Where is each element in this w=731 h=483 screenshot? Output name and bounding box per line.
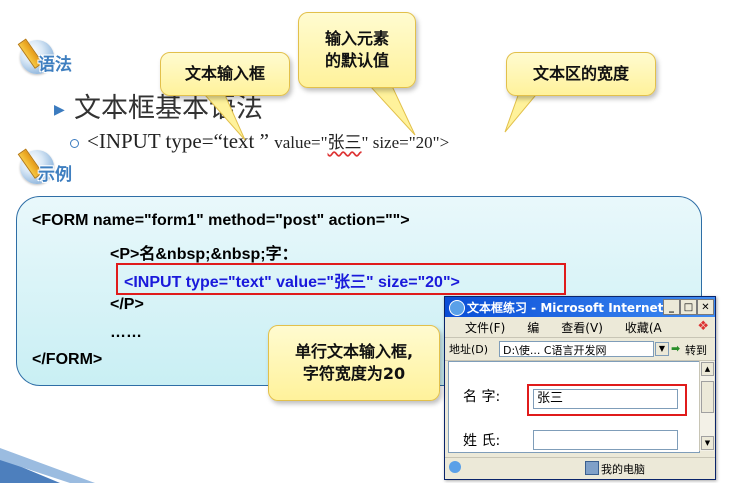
browser-addressbar: 地址(D) D:\使... C语言开发网 ▼ ➡ 转到 bbox=[445, 338, 715, 361]
callout-default-value: 输入元素 的默认值 bbox=[298, 12, 416, 88]
address-label: 地址(D) bbox=[449, 343, 489, 356]
computer-icon bbox=[585, 461, 599, 475]
browser-title: 文本框练习 - Microsoft Internet E... bbox=[467, 300, 690, 315]
surname-input[interactable] bbox=[533, 430, 678, 450]
name-input[interactable]: 张三 bbox=[533, 389, 678, 409]
go-arrow-icon[interactable]: ➡ bbox=[671, 342, 680, 355]
browser-statusbar: 我的电脑 bbox=[445, 457, 715, 478]
callout-text-input: 文本输入框 bbox=[160, 52, 290, 96]
callout-single-line-2: 字符宽度为20 bbox=[302, 364, 406, 383]
menu-edit[interactable]: 编 bbox=[527, 319, 539, 336]
pointer-default-value bbox=[368, 85, 416, 136]
callout-single-line-1: 单行文本输入框, bbox=[294, 341, 414, 361]
go-button[interactable]: 转到 bbox=[685, 342, 707, 358]
status-zone: 我的电脑 bbox=[601, 463, 645, 476]
surname-label: 姓 氏: bbox=[463, 433, 501, 449]
menu-view[interactable]: 查看(V) bbox=[561, 319, 603, 336]
maximize-button[interactable]: □ bbox=[680, 299, 697, 315]
code-line-form-close: </FORM> bbox=[32, 351, 103, 368]
menu-file[interactable]: 文件(F) bbox=[465, 319, 505, 336]
scroll-up-icon[interactable]: ▲ bbox=[701, 362, 714, 376]
address-input[interactable]: D:\使... C语言开发网 bbox=[499, 341, 654, 357]
close-button[interactable]: ✕ bbox=[697, 299, 714, 315]
code-line-ellipsis: …… bbox=[110, 324, 142, 341]
code-line-p-close: </P> bbox=[110, 296, 144, 313]
address-dropdown-icon[interactable]: ▼ bbox=[655, 342, 669, 356]
browser-menubar: 文件(F) 编 查看(V) 收藏(A ❖ bbox=[445, 317, 715, 338]
windows-logo-icon: ❖ bbox=[697, 319, 709, 334]
code-line-input: <INPUT type="text" value="张三" size="20"> bbox=[124, 274, 460, 291]
pointer-text-width bbox=[504, 89, 542, 133]
callout-text-width: 文本区的宽度 bbox=[506, 52, 656, 96]
callout-text-width-label: 文本区的宽度 bbox=[532, 63, 629, 83]
page-icon bbox=[449, 461, 461, 473]
code-line-p-open: <P>名&nbsp;&nbsp;字： bbox=[110, 246, 298, 263]
scroll-down-icon[interactable]: ▼ bbox=[701, 436, 714, 450]
minimize-button[interactable]: _ bbox=[663, 299, 680, 315]
scroll-thumb[interactable] bbox=[701, 381, 714, 413]
menu-favorites[interactable]: 收藏(A bbox=[625, 319, 662, 336]
browser-window: 文本框练习 - Microsoft Internet E... _ □ ✕ 文件… bbox=[444, 296, 716, 480]
callout-single-line: 单行文本输入框, 字符宽度为20 bbox=[268, 325, 440, 401]
callout-text-input-label: 文本输入框 bbox=[184, 63, 265, 83]
vertical-scrollbar[interactable]: ▲ ▼ bbox=[699, 361, 714, 451]
browser-titlebar: 文本框练习 - Microsoft Internet E... _ □ ✕ bbox=[445, 297, 715, 317]
ie-icon bbox=[449, 300, 465, 316]
callout-default-value-line1: 输入元素 bbox=[324, 28, 389, 48]
code-line-form-open: <FORM name="form1" method="post" action=… bbox=[32, 212, 410, 229]
browser-content: 名 字: 张三 姓 氏: bbox=[448, 361, 700, 453]
name-label: 名 字: bbox=[463, 389, 501, 405]
pointer-text-input bbox=[203, 94, 246, 141]
corner-decoration bbox=[0, 448, 95, 483]
callout-default-value-line2: 的默认值 bbox=[324, 51, 389, 70]
